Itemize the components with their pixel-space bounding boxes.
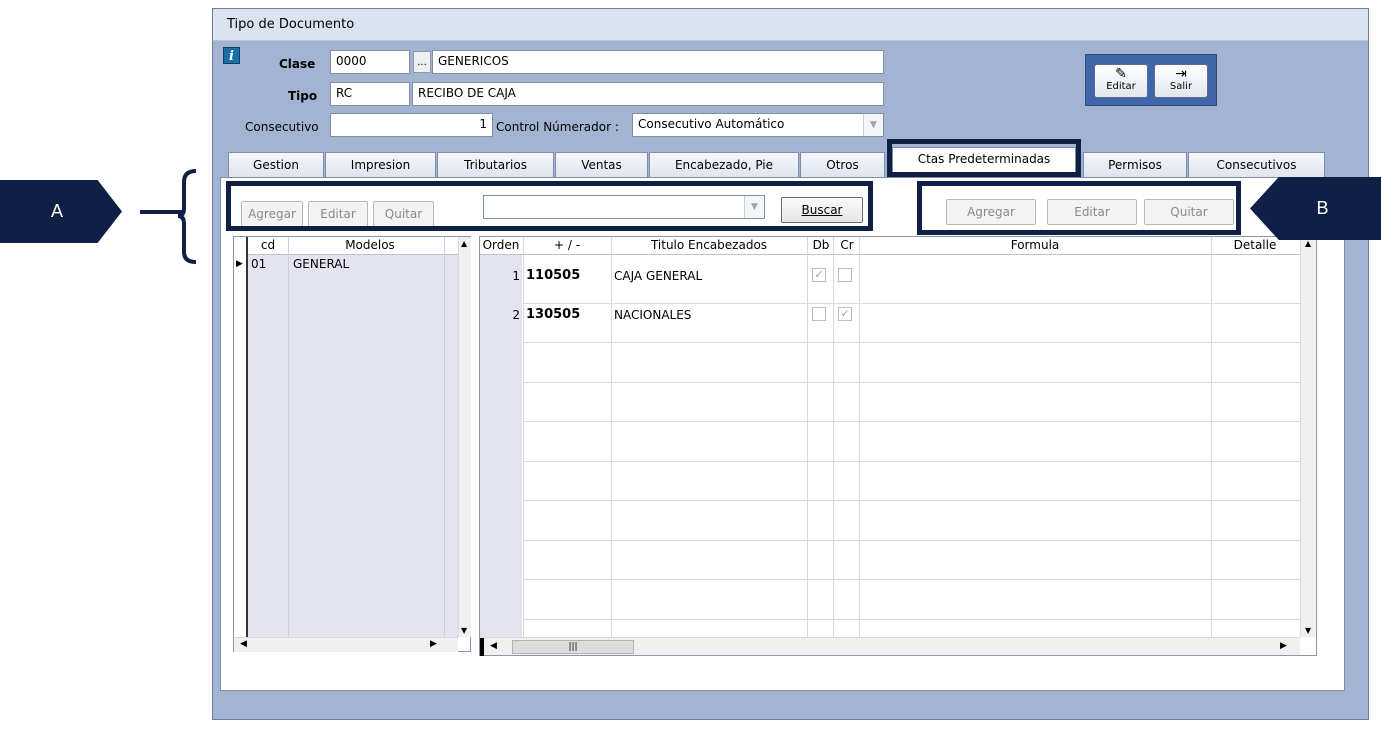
cell-orden: 2 [512, 308, 520, 322]
scroll-left-icon[interactable]: ◀ [240, 639, 247, 649]
cr-checkbox[interactable] [838, 268, 852, 282]
col-modelos: Modelos [345, 238, 395, 252]
cell-cuenta: 130505 [526, 307, 581, 322]
app-window: Tipo de Documento i Clase 0000 ... GENER… [212, 8, 1369, 720]
col-sign: + / - [553, 238, 581, 252]
tab-consecutivos[interactable]: Consecutivos [1188, 152, 1325, 177]
db-checkbox[interactable]: ✓ [812, 268, 826, 282]
cell-modelo: GENERAL [293, 257, 350, 271]
col-formula: Formula [1010, 238, 1060, 252]
col-cd: cd [260, 238, 276, 252]
accounts-vertical-scrollbar[interactable]: ▲ ▼ [1300, 237, 1316, 637]
info-icon[interactable]: i [223, 47, 240, 64]
clase-browse-button[interactable]: ... [413, 51, 431, 73]
highlight-tab-box [887, 139, 1081, 177]
control-numerador-label: Control Númerador : [496, 120, 619, 134]
window-title: Tipo de Documento [227, 17, 355, 32]
models-grid-header: cd Modelos [248, 237, 458, 255]
current-row-arrow-icon: ▶ [236, 259, 243, 269]
scroll-up-icon[interactable]: ▲ [461, 239, 467, 248]
callout-a: A [0, 180, 122, 243]
cell-cuenta: 110505 [526, 268, 581, 283]
models-horizontal-scrollbar[interactable]: ◀ ▶ [234, 637, 458, 652]
scroll-thumb[interactable]: ||| [512, 640, 634, 654]
accounts-horizontal-scrollbar[interactable]: ◀ ||| ▶ [480, 637, 1300, 656]
edit-button[interactable]: ✎ Editar [1094, 64, 1148, 98]
tipo-name-field[interactable]: RECIBO DE CAJA [412, 82, 884, 106]
exit-door-icon: ⇥ [1175, 66, 1187, 82]
tab-impresion[interactable]: Impresion [325, 152, 436, 177]
cr-checkbox[interactable]: ✓ [838, 307, 852, 321]
accounts-grid-header: Orden + / - Titulo Encabezados Db Cr For… [480, 237, 1300, 255]
accounts-grid: Orden + / - Titulo Encabezados Db Cr For… [479, 236, 1317, 656]
callout-b-label: B [1316, 198, 1329, 218]
scroll-up-icon[interactable]: ▲ [1305, 239, 1311, 248]
scroll-right-icon[interactable]: ▶ [1280, 641, 1287, 651]
tab-gestion[interactable]: Gestion [228, 152, 324, 177]
col-orden: Orden [482, 238, 520, 252]
control-numerador-select[interactable]: Consecutivo Automático ▼ [632, 113, 884, 137]
tipo-code-field[interactable]: RC [330, 82, 410, 106]
action-toolbar: ✎ Editar ⇥ Salir [1085, 54, 1217, 106]
clase-label: Clase [279, 57, 316, 71]
scroll-edge-marker [480, 638, 484, 656]
clase-name-field[interactable]: GENERICOS [432, 50, 884, 74]
row-indicator-column [234, 237, 248, 651]
tipo-label: Tipo [288, 89, 318, 103]
highlight-box-b [917, 181, 1241, 235]
highlight-box-a [226, 181, 873, 231]
table-row[interactable]: 01 GENERAL [248, 255, 458, 273]
tab-encabezado-pie[interactable]: Encabezado, Pie [649, 152, 799, 177]
tab-content-ctas: Agregar Editar Quitar ▼ Buscar Agregar E… [220, 177, 1345, 691]
scroll-down-icon[interactable]: ▼ [1305, 626, 1311, 635]
models-vertical-scrollbar[interactable]: ▲ ▼ [458, 237, 471, 637]
bracket-icon [177, 169, 197, 264]
col-cr: Cr [840, 238, 854, 252]
exit-button-label: Salir [1169, 81, 1193, 92]
models-grid-body [248, 255, 458, 637]
tab-otros[interactable]: Otros [800, 152, 885, 177]
models-grid: cd Modelos ▶ 01 GENERAL ▲ ▼ ◀ ▶ [233, 236, 471, 652]
chevron-down-icon[interactable]: ▼ [863, 114, 883, 136]
tab-ventas[interactable]: Ventas [555, 152, 648, 177]
cell-cd: 01 [251, 257, 267, 271]
col-db: Db [812, 238, 830, 252]
scroll-right-icon[interactable]: ▶ [430, 639, 437, 649]
control-numerador-value: Consecutivo Automático [638, 117, 785, 131]
edit-button-label: Editar [1106, 81, 1136, 92]
tab-permisos[interactable]: Permisos [1083, 152, 1187, 177]
db-checkbox[interactable] [812, 307, 826, 321]
tab-tributarios[interactable]: Tributarios [437, 152, 554, 177]
clase-code-field[interactable]: 0000 [330, 50, 410, 74]
exit-button[interactable]: ⇥ Salir [1154, 64, 1208, 98]
scroll-left-icon[interactable]: ◀ [490, 641, 497, 651]
consecutivo-label: Consecutivo [245, 120, 319, 134]
col-detalle: Detalle [1233, 238, 1277, 252]
callout-a-label: A [50, 201, 63, 221]
table-row[interactable]: 2 130505 NACIONALES ✓ [480, 306, 1300, 326]
cell-titulo: NACIONALES [614, 308, 692, 322]
title-bar: Tipo de Documento [213, 9, 1368, 41]
consecutivo-field[interactable]: 1 [330, 113, 493, 137]
cell-orden: 1 [512, 269, 520, 283]
col-titulo: Titulo Encabezados [650, 238, 768, 252]
edit-document-icon: ✎ [1115, 66, 1127, 82]
table-row[interactable]: 1 110505 CAJA GENERAL ✓ [480, 267, 1300, 287]
cell-titulo: CAJA GENERAL [614, 269, 703, 283]
scroll-down-icon[interactable]: ▼ [461, 626, 467, 635]
